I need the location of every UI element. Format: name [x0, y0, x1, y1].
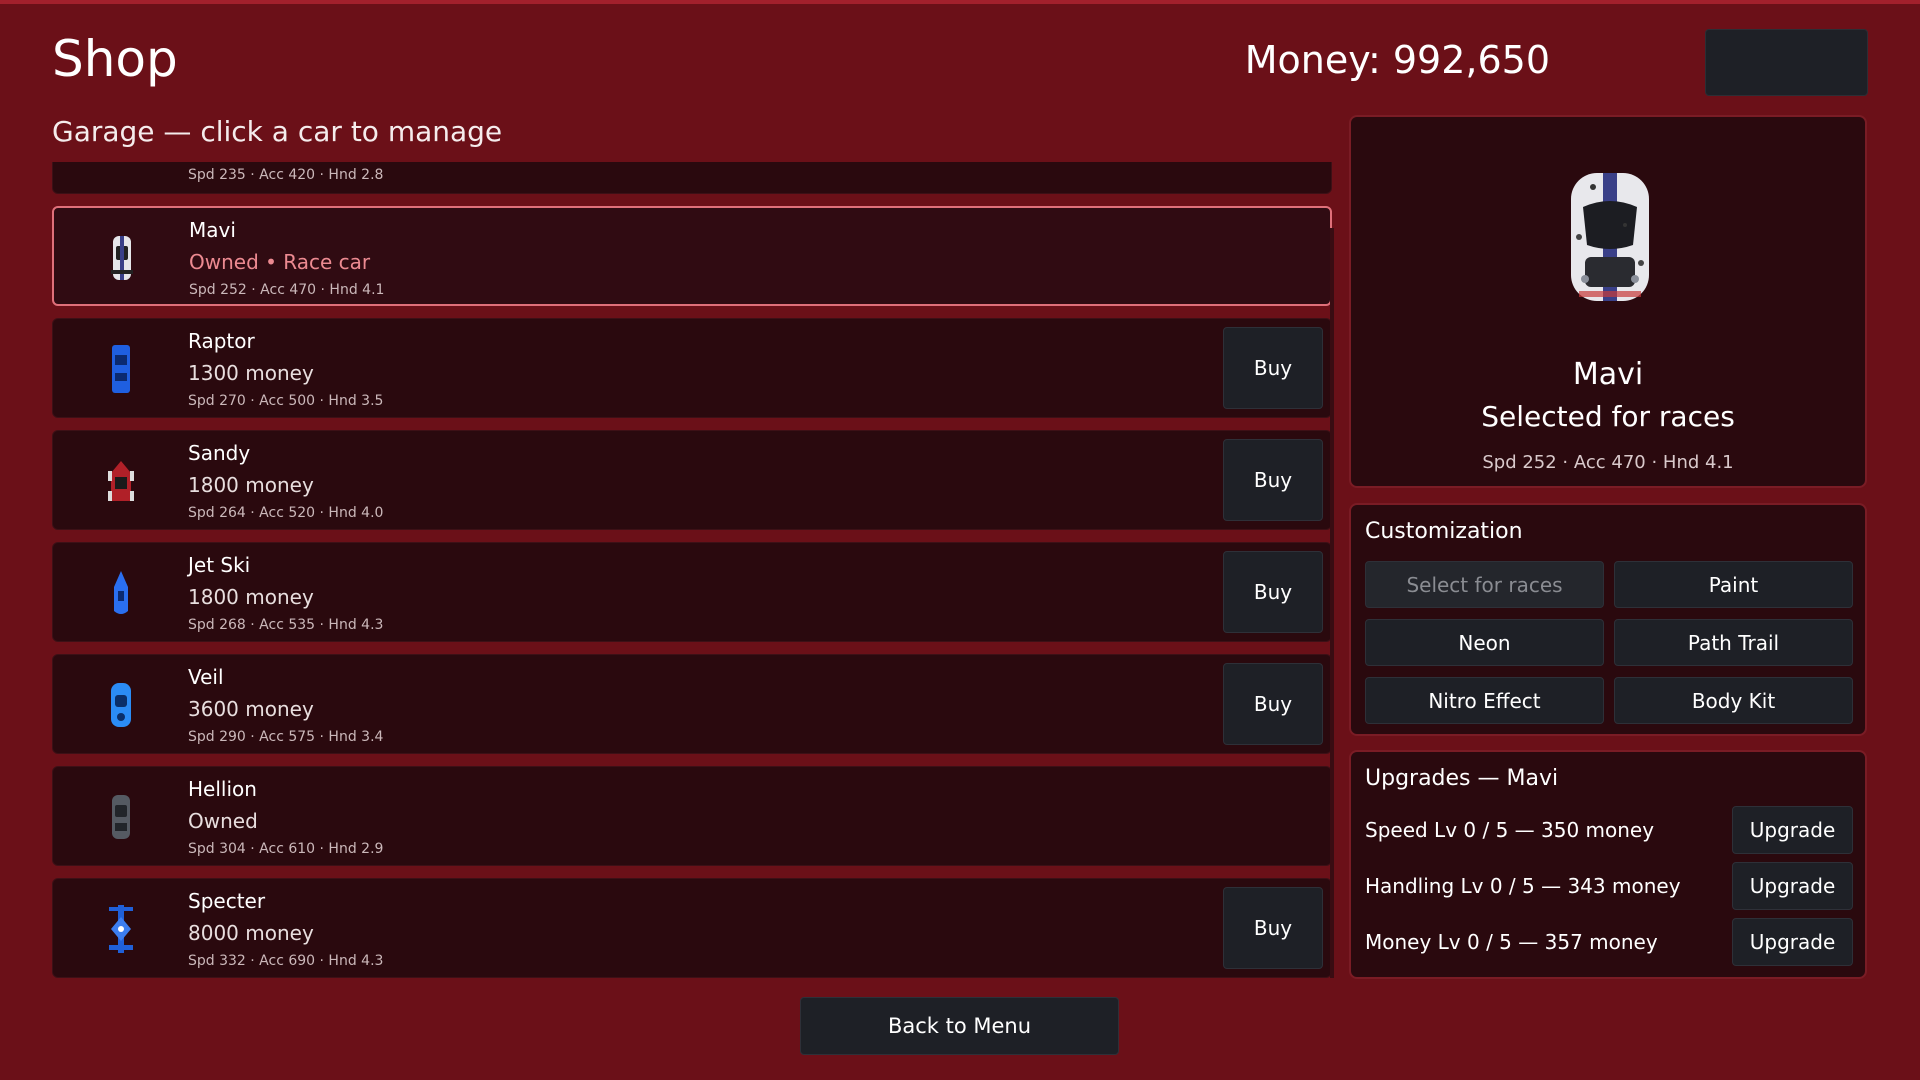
back-to-menu-button[interactable]: Back to Menu — [800, 997, 1119, 1055]
car-stats: Spd 332 · Acc 690 · Hnd 4.3 — [188, 953, 384, 969]
car-price: 3600 money — [188, 697, 314, 721]
upgrades-title: Upgrades — Mavi — [1365, 766, 1559, 791]
garage-list[interactable]: Spd 235 · Acc 420 · Hnd 2.8 Mavi Owned •… — [52, 162, 1332, 978]
preview-car-status: Selected for races — [1481, 400, 1735, 433]
car-name: Sandy — [188, 441, 251, 465]
upgrade-handling-label: Handling Lv 0 / 5 — 343 money — [1365, 874, 1681, 898]
garage-subtitle: Garage — click a car to manage — [52, 115, 503, 148]
car-name: Raptor — [188, 329, 255, 353]
upgrade-speed-label: Speed Lv 0 / 5 — 350 money — [1365, 818, 1655, 842]
upgrade-handling-button[interactable]: Upgrade — [1732, 862, 1853, 910]
buggy-car-icon — [103, 453, 139, 509]
upgrade-speed-button[interactable]: Upgrade — [1732, 806, 1853, 854]
page-title: Shop — [52, 30, 178, 88]
top-accent-line — [0, 0, 1920, 4]
buy-button-jet-ski[interactable]: Buy — [1223, 551, 1323, 633]
garage-scrollbar[interactable] — [1330, 228, 1334, 978]
formula-car-icon — [103, 901, 139, 957]
car-name: Hellion — [188, 777, 257, 801]
car-status: Owned • Race car — [189, 250, 371, 274]
car-price: 1300 money — [188, 361, 314, 385]
nitro-effect-button[interactable]: Nitro Effect — [1365, 677, 1604, 724]
buy-button-raptor[interactable]: Buy — [1223, 327, 1323, 409]
car-row-sandy[interactable]: Sandy 1800 money Spd 264 · Acc 520 · Hnd… — [52, 430, 1332, 530]
car-stats: Spd 304 · Acc 610 · Hnd 2.9 — [188, 841, 384, 857]
customization-panel: Customization Select for races Paint Neo… — [1349, 503, 1867, 736]
car-stats: Spd 264 · Acc 520 · Hnd 4.0 — [188, 505, 384, 521]
money-box — [1705, 29, 1868, 96]
select-for-races-button[interactable]: Select for races — [1365, 561, 1604, 608]
car-name: Mavi — [189, 218, 236, 242]
car-name: Veil — [188, 665, 224, 689]
preview-car-name: Mavi — [1572, 357, 1644, 392]
car-name: Specter — [188, 889, 266, 913]
buy-button-specter[interactable]: Buy — [1223, 887, 1323, 969]
paint-button[interactable]: Paint — [1614, 561, 1853, 608]
car-stats: Spd 270 · Acc 500 · Hnd 3.5 — [188, 393, 384, 409]
car-row[interactable]: Spd 235 · Acc 420 · Hnd 2.8 — [52, 162, 1332, 194]
car-row-jet-ski[interactable]: Jet Ski 1800 money Spd 268 · Acc 535 · H… — [52, 542, 1332, 642]
car-price: 8000 money — [188, 921, 314, 945]
car-status: Owned — [188, 809, 258, 833]
blue-sports-car-icon — [103, 677, 139, 733]
preview-car-icon — [1563, 167, 1657, 307]
car-row-specter[interactable]: Specter 8000 money Spd 332 · Acc 690 · H… — [52, 878, 1332, 978]
upgrade-money-button[interactable]: Upgrade — [1732, 918, 1853, 966]
car-stats: Spd 268 · Acc 535 · Hnd 4.3 — [188, 617, 384, 633]
car-name: Jet Ski — [188, 553, 251, 577]
blue-car-icon — [103, 341, 139, 397]
car-row-hellion[interactable]: Hellion Owned Spd 304 · Acc 610 · Hnd 2.… — [52, 766, 1332, 866]
car-stats: Spd 235 · Acc 420 · Hnd 2.8 — [188, 167, 384, 183]
car-price: 1800 money — [188, 585, 314, 609]
car-row-veil[interactable]: Veil 3600 money Spd 290 · Acc 575 · Hnd … — [52, 654, 1332, 754]
white-car-icon — [104, 230, 140, 286]
body-kit-button[interactable]: Body Kit — [1614, 677, 1853, 724]
neon-button[interactable]: Neon — [1365, 619, 1604, 666]
buy-button-sandy[interactable]: Buy — [1223, 439, 1323, 521]
money-display: Money: 992,650 — [1244, 38, 1550, 82]
car-stats: Spd 290 · Acc 575 · Hnd 3.4 — [188, 729, 384, 745]
car-row-mavi[interactable]: Mavi Owned • Race car Spd 252 · Acc 470 … — [52, 206, 1332, 306]
selected-car-preview: Mavi Selected for races Spd 252 · Acc 47… — [1349, 115, 1867, 488]
path-trail-button[interactable]: Path Trail — [1614, 619, 1853, 666]
dark-car-icon — [103, 789, 139, 845]
car-row-raptor[interactable]: Raptor 1300 money Spd 270 · Acc 500 · Hn… — [52, 318, 1332, 418]
upgrades-panel: Upgrades — Mavi Speed Lv 0 / 5 — 350 mon… — [1349, 750, 1867, 979]
car-stats: Spd 252 · Acc 470 · Hnd 4.1 — [189, 282, 385, 298]
car-price: 1800 money — [188, 473, 314, 497]
preview-car-stats: Spd 252 · Acc 470 · Hnd 4.1 — [1482, 452, 1734, 473]
buy-button-veil[interactable]: Buy — [1223, 663, 1323, 745]
customization-title: Customization — [1365, 519, 1523, 544]
jet-ski-icon — [103, 565, 139, 621]
upgrade-money-label: Money Lv 0 / 5 — 357 money — [1365, 930, 1658, 954]
